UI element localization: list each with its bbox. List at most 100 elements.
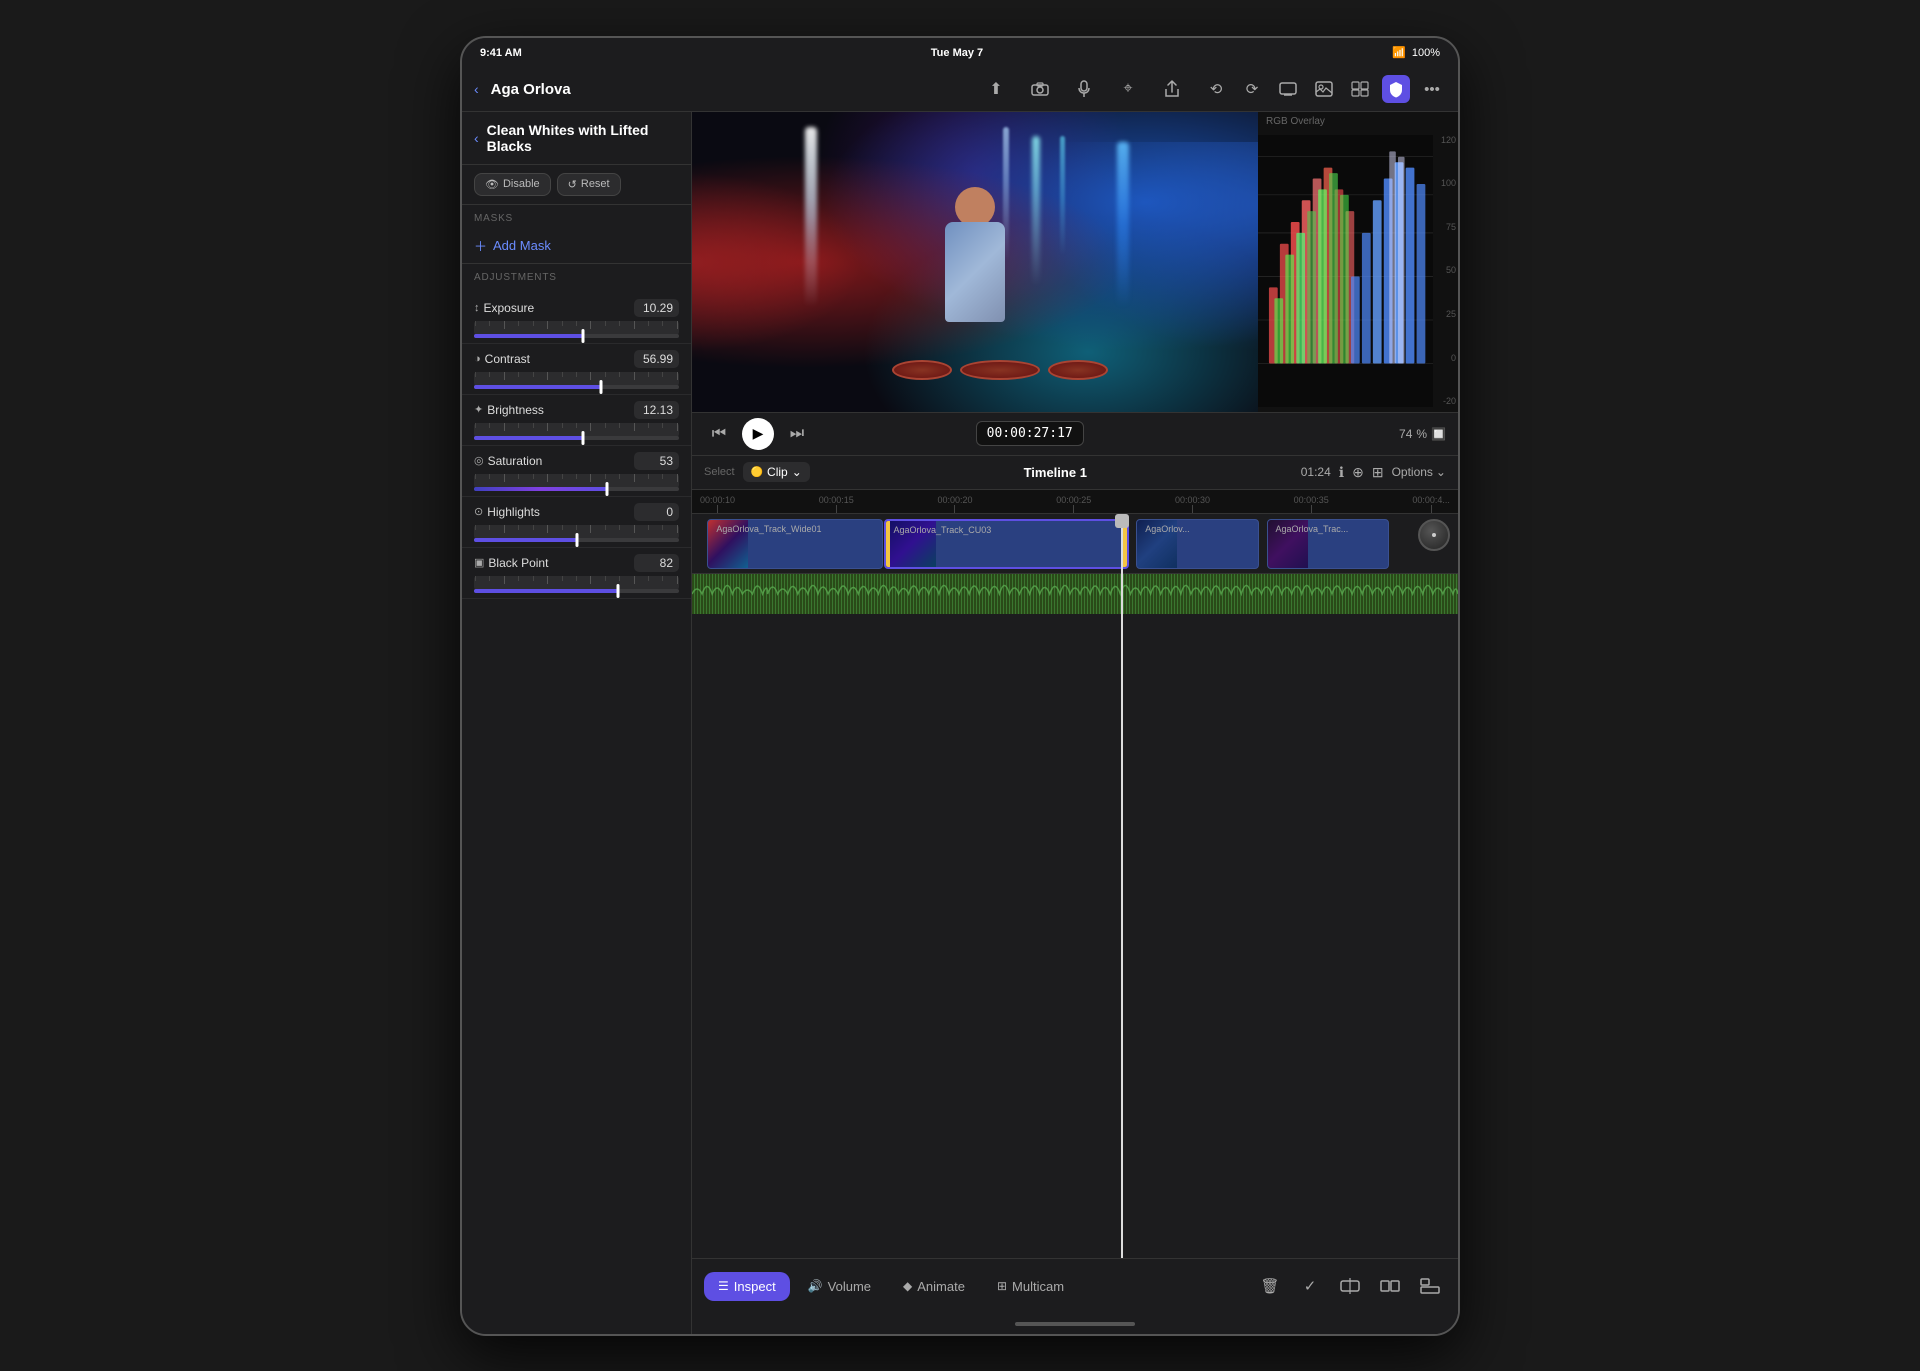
redo-icon[interactable]: ⟳ xyxy=(1238,75,1266,103)
timeline-area: Select 🟡 Clip ⌄ Timeline 1 01:24 ℹ ⊕ ⊞ O… xyxy=(692,456,1458,1258)
track-clip-3[interactable]: AgaOrlov... xyxy=(1136,519,1259,569)
detach-icon[interactable] xyxy=(1414,1270,1446,1302)
toolbar-center: ⬆ ⌖ xyxy=(982,75,1186,103)
clip-handle-left[interactable] xyxy=(886,521,890,567)
shield-icon[interactable] xyxy=(1382,75,1410,103)
reset-button[interactable]: ↺ Reset xyxy=(557,173,621,196)
saturation-icon: ◎ xyxy=(474,454,484,467)
timeline-header: Select 🟡 Clip ⌄ Timeline 1 01:24 ℹ ⊕ ⊞ O… xyxy=(692,456,1458,490)
zoom-unit: % xyxy=(1416,427,1427,441)
tab-volume[interactable]: 🔊 Volume xyxy=(794,1272,885,1301)
export-icon[interactable]: ⬆ xyxy=(982,75,1010,103)
photo-icon[interactable] xyxy=(1310,75,1338,103)
more-icon[interactable]: ••• xyxy=(1418,75,1446,103)
contrast-value[interactable]: 56.99 xyxy=(634,350,679,368)
contrast-icon: ◑ xyxy=(474,353,481,365)
panel-back-icon[interactable]: ‹ xyxy=(474,130,479,146)
contrast-slider[interactable] xyxy=(474,372,679,386)
multicam-icon: ⊞ xyxy=(997,1279,1007,1293)
options-button[interactable]: Options ⌄ xyxy=(1392,465,1446,479)
magnetic-icon[interactable]: ⊕ xyxy=(1352,464,1364,481)
disable-button[interactable]: 👁 Disable xyxy=(474,173,551,196)
video-preview xyxy=(692,112,1258,412)
playhead-handle[interactable] xyxy=(1115,514,1129,528)
timeline-icons: ℹ ⊕ ⊞ Options ⌄ xyxy=(1339,464,1446,481)
black-point-value[interactable]: 82 xyxy=(634,554,679,572)
home-bar xyxy=(1015,1322,1135,1326)
action-buttons: 👁 Disable ↺ Reset xyxy=(462,165,691,205)
drummer-figure xyxy=(915,182,1035,342)
location-icon[interactable]: ⌖ xyxy=(1114,75,1142,103)
select-label: Select xyxy=(704,466,735,478)
grid-icon[interactable]: ⊞ xyxy=(1372,464,1384,481)
clip-label-1: AgaOrlova_Track_Wide01 xyxy=(712,522,825,536)
play-button[interactable]: ▶ xyxy=(742,418,774,450)
center-area: RGB Overlay 120 100 75 50 25 0 -20 xyxy=(692,112,1458,1334)
status-time: 9:41 AM xyxy=(480,47,522,59)
add-mask-button[interactable]: ＋ Add Mask xyxy=(462,228,691,264)
timeline-info-icon[interactable]: ℹ xyxy=(1339,464,1344,481)
drum-3 xyxy=(1048,360,1108,380)
saturation-value[interactable]: 53 xyxy=(634,452,679,470)
rgb-overlay-panel: RGB Overlay 120 100 75 50 25 0 -20 xyxy=(1258,112,1458,412)
panel-header: ‹ Clean Whites with Lifted Blacks xyxy=(462,112,691,165)
back-button[interactable]: ‹ xyxy=(474,81,479,97)
drum-2 xyxy=(960,360,1040,380)
brightness-value[interactable]: 12.13 xyxy=(634,401,679,419)
exposure-slider[interactable] xyxy=(474,321,679,335)
preset-name: Clean Whites with Lifted Blacks xyxy=(487,122,679,154)
rgb-tick-120: 120 xyxy=(1441,135,1456,145)
exposure-icon: ↕ xyxy=(474,302,480,314)
clip-label-4: AgaOrlova_Trac... xyxy=(1272,522,1353,536)
tracks-container: AgaOrlova_Track_Wide01 AgaOrlova_Track_C… xyxy=(692,514,1458,1258)
rgb-overlay-label: RGB Overlay xyxy=(1258,112,1458,131)
volume-knob[interactable] xyxy=(1418,519,1450,551)
share-icon[interactable] xyxy=(1158,75,1186,103)
back-icon: ‹ xyxy=(474,81,479,97)
highlights-value[interactable]: 0 xyxy=(634,503,679,521)
drum-1 xyxy=(892,360,952,380)
tab-animate[interactable]: ◆ Animate xyxy=(889,1272,979,1301)
bottom-tabs: ☰ Inspect 🔊 Volume ◆ Animate ⊞ Multicam xyxy=(704,1272,1078,1301)
playhead[interactable] xyxy=(1121,514,1123,1258)
trim-icon[interactable] xyxy=(1334,1270,1366,1302)
ruler-mark-20: 00:00:20 xyxy=(937,495,972,513)
waveform-svg xyxy=(692,574,1458,614)
video-track: AgaOrlova_Track_Wide01 AgaOrlova_Track_C… xyxy=(692,514,1458,574)
drum-kit xyxy=(890,358,1110,382)
timecode-display: 00:00:27:17 xyxy=(976,421,1084,446)
brightness-slider[interactable] xyxy=(474,423,679,437)
saturation-slider[interactable] xyxy=(474,474,679,488)
audio-track xyxy=(692,574,1458,614)
black-point-label: ▣ Black Point xyxy=(474,556,548,570)
rgb-tick-75: 75 xyxy=(1446,222,1456,232)
monitor-icon[interactable] xyxy=(1274,75,1302,103)
track-clip-4[interactable]: AgaOrlova_Trac... xyxy=(1267,519,1390,569)
check-icon[interactable]: ✓ xyxy=(1294,1270,1326,1302)
undo-icon[interactable]: ⟲ xyxy=(1202,75,1230,103)
figure-body xyxy=(945,222,1005,322)
skip-forward-button[interactable]: ⏭ xyxy=(782,419,812,449)
adjustments-label: ADJUSTMENTS xyxy=(462,264,691,287)
bottom-toolbar: ☰ Inspect 🔊 Volume ◆ Animate ⊞ Multicam xyxy=(692,1258,1458,1314)
clip-selector[interactable]: 🟡 Clip ⌄ xyxy=(743,462,810,482)
rgb-tick-neg20: -20 xyxy=(1443,396,1456,406)
skip-back-button[interactable]: ⏮ xyxy=(704,419,734,449)
status-bar: 9:41 AM Tue May 7 📶 100% xyxy=(462,38,1458,68)
masks-label: MASKS xyxy=(462,205,691,228)
mic-icon[interactable] xyxy=(1070,75,1098,103)
brightness-icon: ✦ xyxy=(474,403,483,416)
split-icon[interactable] xyxy=(1374,1270,1406,1302)
saturation-label: ◎ Saturation xyxy=(474,454,542,468)
black-point-slider[interactable] xyxy=(474,576,679,590)
exposure-value[interactable]: 10.29 xyxy=(634,299,679,317)
tab-inspect[interactable]: ☰ Inspect xyxy=(704,1272,790,1301)
tab-multicam[interactable]: ⊞ Multicam xyxy=(983,1272,1078,1301)
delete-icon[interactable]: 🗑 xyxy=(1254,1270,1286,1302)
camera-icon[interactable] xyxy=(1026,75,1054,103)
layers-icon[interactable] xyxy=(1346,75,1374,103)
status-date: Tue May 7 xyxy=(931,47,983,59)
highlights-slider[interactable] xyxy=(474,525,679,539)
track-clip-wide01[interactable]: AgaOrlova_Track_Wide01 xyxy=(707,519,883,569)
track-clip-cu03[interactable]: AgaOrlova_Track_CU03 xyxy=(884,519,1129,569)
